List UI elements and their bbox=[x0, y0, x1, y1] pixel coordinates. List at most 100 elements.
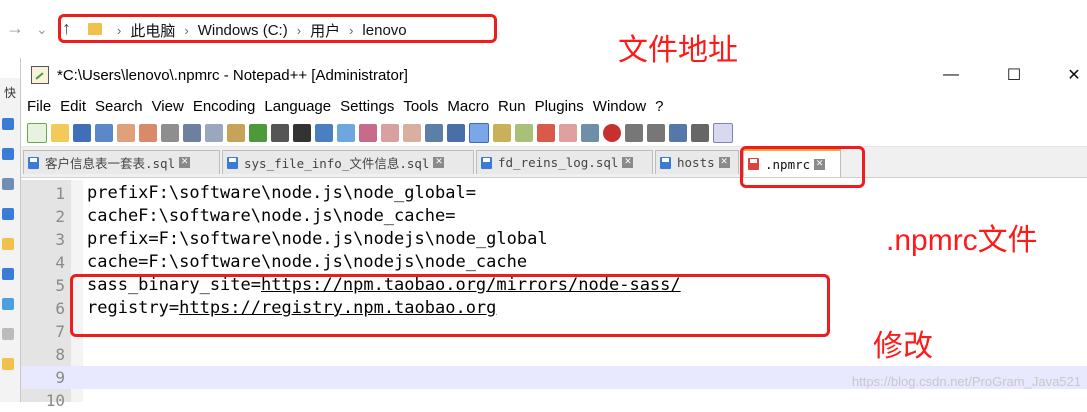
tab-bar: 客户信息表一套表.sql ✕ sys_file_info_文件信息.sql ✕ … bbox=[21, 147, 1087, 178]
tab-close-icon[interactable]: ✕ bbox=[433, 157, 445, 168]
tab-hosts[interactable]: hosts ✕ bbox=[655, 150, 739, 174]
play-macro-icon[interactable] bbox=[647, 124, 665, 142]
path-annotation: 文件地址 bbox=[618, 34, 738, 67]
close-button[interactable]: ✕ bbox=[1051, 62, 1087, 88]
line-number: 5 bbox=[55, 276, 65, 295]
menu-view[interactable]: View bbox=[152, 98, 184, 115]
toolbar bbox=[21, 120, 1087, 147]
menu-run[interactable]: Run bbox=[498, 98, 526, 115]
menu-edit[interactable]: Edit bbox=[60, 98, 86, 115]
cloud-icon bbox=[2, 298, 14, 310]
save-icon[interactable] bbox=[73, 124, 91, 142]
sync-vertical-icon[interactable] bbox=[381, 124, 399, 142]
save-macro-icon[interactable] bbox=[691, 124, 709, 142]
zoom-in-icon[interactable] bbox=[337, 124, 355, 142]
forward-arrow-icon[interactable]: → bbox=[6, 18, 24, 39]
line-number: 7 bbox=[55, 322, 65, 341]
line-number: 3 bbox=[55, 230, 65, 249]
tab-customer-info-sql[interactable]: 客户信息表一套表.sql ✕ bbox=[23, 150, 220, 174]
tab-highlight-box bbox=[740, 146, 865, 188]
run-macro-multiple-icon[interactable] bbox=[669, 124, 687, 142]
indent-guide-icon[interactable] bbox=[469, 123, 489, 143]
spell-check-icon[interactable] bbox=[713, 123, 733, 143]
drive-icon bbox=[2, 328, 14, 340]
sync-horizontal-icon[interactable] bbox=[403, 124, 421, 142]
cut-icon[interactable] bbox=[183, 124, 201, 142]
title-bar: *C:\Users\lenovo\.npmrc - Notepad++ [Adm… bbox=[21, 58, 1087, 92]
tab-sys-file-info-sql[interactable]: sys_file_info_文件信息.sql ✕ bbox=[222, 150, 474, 174]
menu-tools[interactable]: Tools bbox=[403, 98, 438, 115]
find-icon[interactable] bbox=[293, 124, 311, 142]
replace-icon[interactable] bbox=[315, 124, 333, 142]
desktop-icon bbox=[2, 208, 14, 220]
window-title: *C:\Users\lenovo\.npmrc - Notepad++ [Adm… bbox=[57, 66, 408, 84]
menu-window[interactable]: Window bbox=[593, 98, 646, 115]
watermark: https://blog.csdn.net/ProGram_Java521 bbox=[851, 374, 1081, 389]
menu-search[interactable]: Search bbox=[95, 98, 143, 115]
line-number: 8 bbox=[55, 345, 65, 364]
chevron-down-icon[interactable]: ⌄ bbox=[36, 21, 48, 38]
line-text[interactable]: cache=F:\software\node.js\nodejs\node_ca… bbox=[87, 251, 527, 274]
explorer-sidebar-strip: 快 bbox=[0, 78, 20, 402]
word-wrap-icon[interactable] bbox=[425, 124, 443, 142]
close-all-icon[interactable] bbox=[139, 124, 157, 142]
menu-language[interactable]: Language bbox=[264, 98, 331, 115]
edit-highlight-box bbox=[70, 274, 830, 337]
line-number: 10 bbox=[45, 391, 65, 410]
saved-file-icon bbox=[481, 156, 492, 169]
zoom-out-icon[interactable] bbox=[359, 124, 377, 142]
stop-macro-icon[interactable] bbox=[625, 124, 643, 142]
user-defined-language-icon[interactable] bbox=[493, 124, 511, 142]
minimize-button[interactable]: — bbox=[928, 62, 974, 88]
line-number: 6 bbox=[55, 299, 65, 318]
record-macro-icon[interactable] bbox=[603, 124, 621, 142]
line-text[interactable]: prefix=F:\software\node.js\nodejs\node_g… bbox=[87, 228, 548, 251]
tab-close-icon[interactable]: ✕ bbox=[622, 157, 634, 168]
menu-help[interactable]: ? bbox=[655, 98, 663, 115]
function-list-icon[interactable] bbox=[537, 124, 555, 142]
show-all-characters-icon[interactable] bbox=[447, 124, 465, 142]
picture-icon bbox=[2, 268, 14, 280]
undo-icon[interactable] bbox=[249, 124, 267, 142]
menu-file[interactable]: File bbox=[27, 98, 51, 115]
line-text[interactable]: prefixF:\software\node.js\node_global= bbox=[87, 182, 476, 205]
redo-icon[interactable] bbox=[271, 124, 289, 142]
folder-icon bbox=[2, 358, 14, 370]
line-number: 1 bbox=[55, 184, 65, 203]
tab-close-icon[interactable]: ✕ bbox=[179, 157, 191, 168]
star-icon bbox=[2, 118, 14, 130]
edit-annotation: 修改 bbox=[873, 330, 933, 363]
paste-icon[interactable] bbox=[227, 124, 245, 142]
path-highlight-box bbox=[58, 14, 497, 43]
document-map-icon[interactable] bbox=[515, 124, 533, 142]
save-all-icon[interactable] bbox=[95, 124, 113, 142]
document-icon bbox=[2, 178, 14, 190]
close-file-icon[interactable] bbox=[117, 124, 135, 142]
maximize-button[interactable]: ☐ bbox=[991, 62, 1037, 88]
menu-bar: File Edit Search View Encoding Language … bbox=[21, 92, 1087, 120]
editor-line: 1 prefixF:\software\node.js\node_global= bbox=[21, 182, 1087, 205]
editor-line: 10 bbox=[21, 389, 1087, 412]
tab-fd-reins-log-sql[interactable]: fd_reins_log.sql ✕ bbox=[476, 150, 653, 174]
monitoring-icon[interactable] bbox=[581, 124, 599, 142]
menu-plugins[interactable]: Plugins bbox=[535, 98, 584, 115]
file-annotation: .npmrc文件 bbox=[886, 224, 1038, 257]
new-file-icon[interactable] bbox=[27, 123, 47, 143]
open-file-icon[interactable] bbox=[51, 124, 69, 142]
saved-file-icon bbox=[227, 156, 238, 169]
folder-as-workspace-icon[interactable] bbox=[559, 124, 577, 142]
line-number: 4 bbox=[55, 253, 65, 272]
menu-settings[interactable]: Settings bbox=[340, 98, 394, 115]
download-icon bbox=[2, 148, 14, 160]
menu-encoding[interactable]: Encoding bbox=[193, 98, 256, 115]
line-text[interactable]: cacheF:\software\node.js\node_cache= bbox=[87, 205, 455, 228]
tab-label: sys_file_info_文件信息.sql bbox=[244, 156, 430, 171]
copy-icon[interactable] bbox=[205, 124, 223, 142]
tab-label: 客户信息表一套表.sql bbox=[45, 156, 176, 171]
tab-close-icon[interactable]: ✕ bbox=[718, 157, 730, 168]
saved-file-icon bbox=[28, 156, 39, 169]
menu-macro[interactable]: Macro bbox=[447, 98, 489, 115]
line-number: 2 bbox=[55, 207, 65, 226]
notepadpp-app-icon bbox=[31, 66, 49, 84]
print-icon[interactable] bbox=[161, 124, 179, 142]
